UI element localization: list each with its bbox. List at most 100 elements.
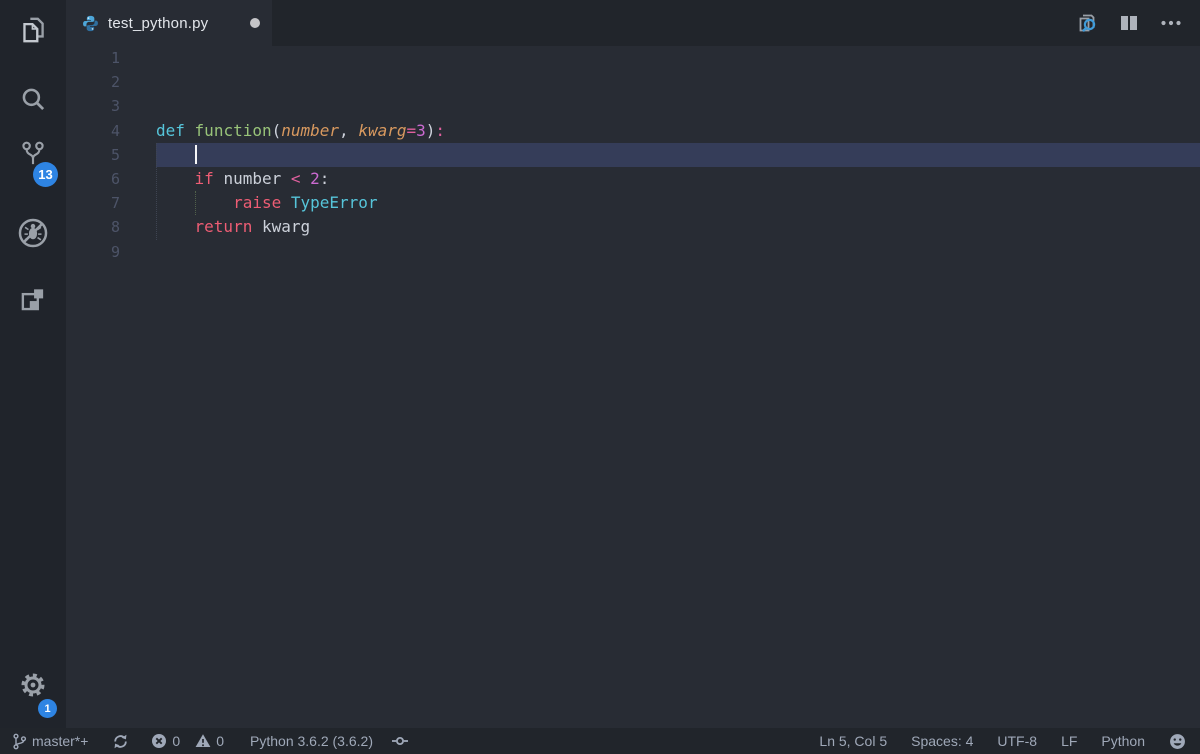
python-interpreter-status[interactable]: Python 3.6.2 (3.6.2) bbox=[250, 728, 373, 754]
settings-gear-button[interactable]: 1 bbox=[11, 666, 55, 706]
code-token: 2 bbox=[310, 169, 320, 188]
code-token: ( bbox=[272, 121, 282, 140]
code-area[interactable]: def function(number, kwarg=3): if number… bbox=[156, 46, 1200, 264]
code-token: return bbox=[195, 217, 253, 236]
code-token bbox=[156, 169, 195, 188]
code-token bbox=[281, 193, 291, 212]
modified-indicator bbox=[250, 18, 260, 28]
code-token: 3 bbox=[416, 121, 426, 140]
errors-icon bbox=[151, 733, 167, 749]
smiley-icon bbox=[1169, 733, 1186, 750]
no-bug-icon bbox=[16, 216, 50, 250]
commit-icon bbox=[391, 733, 409, 749]
line-number: 4 bbox=[66, 119, 156, 143]
code-token: : bbox=[435, 121, 445, 140]
sidebar-item-search[interactable] bbox=[11, 80, 55, 120]
sidebar-item-extensions[interactable] bbox=[11, 280, 55, 320]
line-number: 8 bbox=[66, 215, 156, 239]
feedback-button[interactable] bbox=[1169, 728, 1186, 754]
sidebar-item-explorer[interactable] bbox=[11, 10, 55, 50]
code-token bbox=[349, 121, 359, 140]
code-token: < bbox=[291, 169, 301, 188]
extensions-icon bbox=[17, 284, 49, 316]
code-line[interactable] bbox=[156, 70, 1200, 94]
vscode-window: 13 bbox=[0, 0, 1200, 754]
split-editor-button[interactable] bbox=[1116, 10, 1142, 36]
code-token: function bbox=[195, 121, 272, 140]
editor-pane[interactable]: 123456789 def function(number, kwarg=3):… bbox=[66, 46, 1200, 728]
cursor bbox=[195, 145, 198, 164]
code-token bbox=[156, 217, 195, 236]
branch-name: master*+ bbox=[32, 733, 88, 749]
git-branch-small-icon bbox=[12, 733, 27, 750]
code-token: number bbox=[223, 169, 281, 188]
line-number: 6 bbox=[66, 167, 156, 191]
indentation-status[interactable]: Spaces: 4 bbox=[911, 728, 973, 754]
sync-button[interactable] bbox=[112, 728, 129, 754]
gear-icon bbox=[18, 671, 48, 701]
commit-status-button[interactable] bbox=[391, 728, 409, 754]
code-token bbox=[252, 217, 262, 236]
line-number: 2 bbox=[66, 70, 156, 94]
code-token: def bbox=[156, 121, 185, 140]
code-token: if bbox=[195, 169, 214, 188]
problems-status[interactable]: 0 0 bbox=[151, 728, 224, 754]
code-token: raise bbox=[233, 193, 281, 212]
python-version-label: Python 3.6.2 (3.6.2) bbox=[250, 733, 373, 749]
code-line[interactable] bbox=[156, 143, 1200, 167]
encoding-label: UTF-8 bbox=[997, 733, 1037, 749]
code-token: = bbox=[407, 121, 417, 140]
sidebar-item-debug[interactable] bbox=[11, 213, 55, 253]
gutter: 123456789 bbox=[66, 46, 156, 264]
eol-status[interactable]: LF bbox=[1061, 728, 1077, 754]
code-token bbox=[214, 169, 224, 188]
split-editor-icon bbox=[1118, 12, 1140, 34]
code-line[interactable] bbox=[156, 240, 1200, 264]
code-token: , bbox=[339, 121, 349, 140]
sidebar-item-source-control[interactable]: 13 bbox=[11, 135, 55, 175]
source-control-badge: 13 bbox=[33, 162, 58, 187]
line-number: 5 bbox=[66, 143, 156, 167]
tab-bar-empty-space bbox=[272, 0, 1074, 46]
line-col-label: Ln 5, Col 5 bbox=[819, 733, 887, 749]
code-line[interactable]: raise TypeError bbox=[156, 191, 1200, 215]
open-preview-button[interactable] bbox=[1074, 10, 1100, 36]
code-line[interactable] bbox=[156, 46, 1200, 70]
settings-badge: 1 bbox=[38, 699, 57, 718]
search-icon bbox=[17, 84, 49, 116]
editor-actions bbox=[1074, 0, 1200, 46]
sync-icon bbox=[112, 733, 129, 750]
status-bar: master*+ 0 bbox=[0, 728, 1200, 754]
warnings-count: 0 bbox=[216, 733, 224, 749]
cursor-position-status[interactable]: Ln 5, Col 5 bbox=[819, 728, 887, 754]
python-file-icon bbox=[82, 15, 99, 32]
code-line[interactable]: return kwarg bbox=[156, 215, 1200, 239]
language-label: Python bbox=[1101, 733, 1145, 749]
encoding-status[interactable]: UTF-8 bbox=[997, 728, 1037, 754]
tab-bar: test_python.py bbox=[66, 0, 1200, 46]
code-token bbox=[156, 193, 233, 212]
code-token bbox=[301, 169, 311, 188]
spaces-label: Spaces: 4 bbox=[911, 733, 973, 749]
preview-search-icon bbox=[1075, 11, 1099, 35]
line-number: 7 bbox=[66, 191, 156, 215]
code-token: : bbox=[320, 169, 330, 188]
language-mode-status[interactable]: Python bbox=[1101, 728, 1145, 754]
tab-test-python[interactable]: test_python.py bbox=[66, 0, 272, 46]
warnings-icon bbox=[195, 733, 211, 749]
git-branch-status[interactable]: master*+ bbox=[12, 728, 88, 754]
code-line[interactable] bbox=[156, 94, 1200, 118]
ellipsis-icon bbox=[1159, 11, 1183, 35]
code-line[interactable]: if number < 2: bbox=[156, 167, 1200, 191]
line-number: 1 bbox=[66, 46, 156, 70]
code-token bbox=[185, 121, 195, 140]
code-token bbox=[281, 169, 291, 188]
eol-label: LF bbox=[1061, 733, 1077, 749]
line-number: 9 bbox=[66, 240, 156, 264]
code-line[interactable]: def function(number, kwarg=3): bbox=[156, 119, 1200, 143]
code-token: TypeError bbox=[291, 193, 378, 212]
activity-bar: 13 bbox=[0, 0, 66, 728]
code-token bbox=[156, 145, 195, 164]
more-actions-button[interactable] bbox=[1158, 10, 1184, 36]
code-token: kwarg bbox=[358, 121, 406, 140]
